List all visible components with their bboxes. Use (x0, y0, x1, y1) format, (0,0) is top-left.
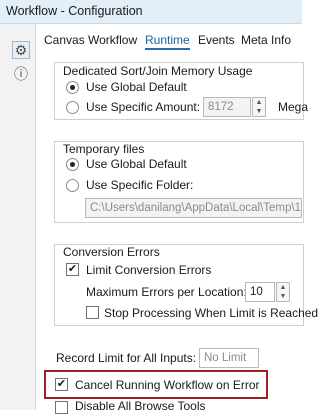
sort-global-radio[interactable] (66, 81, 79, 94)
tab-runtime[interactable]: Runtime (145, 33, 190, 50)
tab-meta-info[interactable]: Meta Info (241, 33, 291, 47)
sort-unit-label: Mega (278, 100, 309, 114)
tab-events[interactable]: Events (198, 33, 235, 47)
tab-canvas[interactable]: Canvas (44, 33, 85, 47)
sort-global-label: Use Global Default (86, 80, 187, 94)
stop-processing-label: Stop Processing When Limit is Reached (104, 306, 319, 320)
title-bar: Workflow - Configuration (0, 0, 302, 24)
max-errors-input[interactable]: 10 (245, 282, 275, 302)
sidebar: ⚙ ⓘ (0, 24, 36, 410)
record-limit-input[interactable]: No Limit (199, 348, 259, 368)
temp-folder-label: Use Specific Folder: (86, 178, 194, 192)
cancel-on-error-label: Cancel Running Workflow on Error (75, 378, 260, 392)
dedicated-sort-title: Dedicated Sort/Join Memory Usage (63, 64, 253, 78)
temp-folder-input[interactable]: C:\Users\danilang\AppData\Local\Temp\1\ (85, 198, 302, 218)
sort-amount-input[interactable]: 8172 (203, 97, 251, 117)
sort-amount-stepper[interactable]: ▲ ▼ (252, 97, 266, 117)
tab-bar: Canvas Workflow Runtime Events Meta Info (36, 24, 302, 54)
record-limit-label: Record Limit for All Inputs: (56, 351, 197, 365)
gear-icon[interactable]: ⚙ (12, 41, 30, 59)
help-icon[interactable]: ⓘ (13, 66, 29, 82)
conversion-errors-title: Conversion Errors (63, 245, 160, 259)
stop-processing-checkbox[interactable] (86, 306, 99, 319)
cancel-on-error-checkbox[interactable]: ✔ (55, 378, 68, 391)
temp-global-label: Use Global Default (86, 157, 187, 171)
sort-specific-label: Use Specific Amount: (86, 100, 201, 114)
temp-global-radio[interactable] (66, 158, 79, 171)
temp-folder-radio[interactable] (66, 179, 79, 192)
tab-workflow[interactable]: Workflow (88, 33, 137, 47)
limit-errors-checkbox[interactable]: ✔ (66, 263, 79, 276)
limit-errors-label: Limit Conversion Errors (86, 263, 212, 277)
disable-browse-checkbox[interactable] (55, 401, 68, 414)
disable-browse-label: Disable All Browse Tools (75, 399, 206, 413)
max-errors-label: Maximum Errors per Location: (86, 285, 247, 299)
sort-specific-radio[interactable] (66, 101, 79, 114)
temporary-files-title: Temporary files (63, 142, 145, 156)
max-errors-stepper[interactable]: ▲ ▼ (276, 282, 290, 302)
window-title: Workflow - Configuration (6, 4, 143, 18)
